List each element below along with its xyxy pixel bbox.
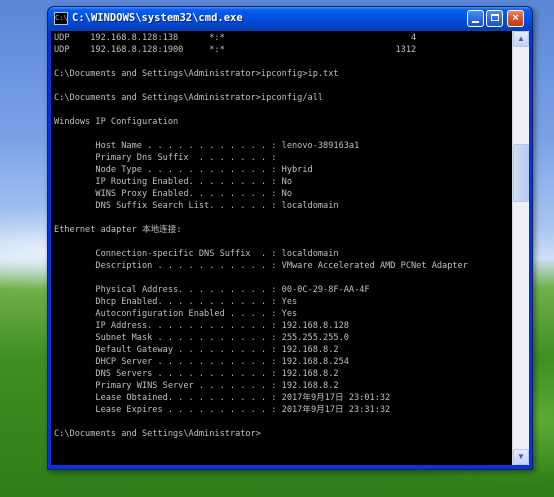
console-output[interactable]: UDP 192.168.8.128:138 *:* 4 UDP 192.168.…	[51, 31, 512, 465]
console-line: Description . . . . . . . . . . . : VMwa…	[54, 261, 468, 271]
console-line: UDP 192.168.8.128:1900 *:* 1312	[54, 45, 417, 55]
console-line: Lease Expires . . . . . . . . . . : 2017…	[54, 405, 391, 415]
title-bar[interactable]: C:\ C:\WINDOWS\system32\cmd.exe ×	[48, 7, 532, 31]
console-line: Primary Dns Suffix . . . . . . . :	[54, 153, 277, 163]
cmd-window[interactable]: C:\ C:\WINDOWS\system32\cmd.exe × UDP 19…	[47, 6, 533, 470]
console-line: WINS Proxy Enabled. . . . . . . . : No	[54, 189, 292, 199]
scroll-thumb[interactable]	[513, 144, 529, 202]
console-line: Lease Obtained. . . . . . . . . . : 2017…	[54, 393, 391, 403]
console-line: Physical Address. . . . . . . . . : 00-0…	[54, 285, 370, 295]
minimize-button[interactable]	[467, 10, 484, 27]
console-line: Autoconfiguration Enabled . . . . : Yes	[54, 309, 298, 319]
console-line: IP Routing Enabled. . . . . . . . : No	[54, 177, 292, 187]
console-line: Node Type . . . . . . . . . . . . : Hybr…	[54, 165, 313, 175]
console-line: Host Name . . . . . . . . . . . . : leno…	[54, 141, 360, 151]
minimize-icon	[472, 21, 479, 23]
console-prompt[interactable]: C:\Documents and Settings\Administrator>	[54, 428, 261, 440]
close-button[interactable]: ×	[507, 10, 524, 27]
maximize-icon	[490, 14, 499, 21]
scroll-down-button[interactable]: ▼	[513, 449, 529, 465]
console-line: Ethernet adapter 本地连接:	[54, 225, 182, 235]
console-line: IP Address. . . . . . . . . . . . : 192.…	[54, 321, 349, 331]
console-line: DNS Servers . . . . . . . . . . . : 192.…	[54, 369, 339, 379]
scroll-up-button[interactable]: ▲	[513, 31, 529, 47]
console-line: C:\Documents and Settings\Administrator>…	[54, 93, 324, 103]
console-line: Windows IP Configuration	[54, 117, 179, 127]
console-icon: C:\	[54, 12, 68, 25]
console-line: Default Gateway . . . . . . . . . : 192.…	[54, 345, 339, 355]
console-line: UDP 192.168.8.128:138 *:* 4	[54, 33, 417, 43]
console-line: C:\Documents and Settings\Administrator>…	[54, 69, 339, 79]
console-line: Dhcp Enabled. . . . . . . . . . . : Yes	[54, 297, 298, 307]
window-title: C:\WINDOWS\system32\cmd.exe	[72, 12, 243, 24]
console-line: Primary WINS Server . . . . . . . : 192.…	[54, 381, 339, 391]
vertical-scrollbar[interactable]: ▲ ▼	[512, 31, 529, 465]
console-line: DNS Suffix Search List. . . . . . : loca…	[54, 201, 339, 211]
console-line: Connection-specific DNS Suffix . : local…	[54, 249, 339, 259]
maximize-button[interactable]	[486, 10, 503, 27]
arrow-down-icon: ▼	[517, 452, 525, 461]
close-icon: ×	[512, 12, 519, 24]
console-line: DHCP Server . . . . . . . . . . . : 192.…	[54, 357, 349, 367]
arrow-up-icon: ▲	[517, 34, 525, 43]
console-line: Subnet Mask . . . . . . . . . . . : 255.…	[54, 333, 349, 343]
